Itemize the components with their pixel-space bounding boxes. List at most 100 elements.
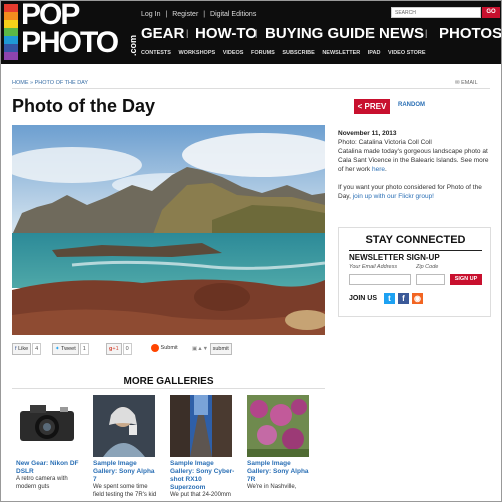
- facebook-icon[interactable]: f: [398, 293, 409, 304]
- caption-link[interactable]: here: [372, 166, 385, 173]
- subnav-contests[interactable]: CONTESTS: [141, 50, 171, 56]
- util-sep: |: [203, 11, 206, 18]
- reddit-icon: [151, 343, 159, 352]
- logo-color-bars: [4, 4, 18, 60]
- join-us-label: JOIN US: [349, 295, 378, 302]
- logo-pop: POP: [21, 0, 80, 31]
- divider: [12, 88, 490, 89]
- gallery-item[interactable]: Sample Image Gallery: Sony Alpha 7R We'r…: [247, 395, 313, 492]
- gallery-thumbnail[interactable]: [247, 395, 309, 457]
- zip-field[interactable]: [416, 274, 445, 285]
- gallery-item[interactable]: Sample Image Gallery: Sony Cyber-shot RX…: [170, 395, 236, 500]
- signup-button[interactable]: SIGN UP: [450, 274, 482, 285]
- reddit-submit-label: Submit: [160, 345, 178, 351]
- breadcrumb-home[interactable]: HOME: [12, 80, 29, 86]
- nav-how-to[interactable]: HOW-TO: [195, 25, 257, 42]
- tweet-count: 1: [79, 343, 89, 355]
- photo-credit: Photo: Catalina Victoria Coll Coll: [338, 139, 432, 146]
- twitter-icon[interactable]: t: [384, 293, 395, 304]
- gallery-item[interactable]: New Gear: Nikon DF DSLR A retro camera w…: [16, 395, 82, 491]
- subnav-ipad[interactable]: IPAD: [368, 50, 381, 56]
- facebook-like[interactable]: f Like 4: [12, 343, 42, 355]
- flickr-group-link[interactable]: join up with our Flickr group!: [353, 193, 434, 200]
- stumble-submit[interactable]: ▣▲▼ submit: [192, 343, 232, 355]
- gallery-thumbnail[interactable]: [170, 395, 232, 457]
- prev-button[interactable]: < PREV: [354, 99, 390, 114]
- nav-buying-guide[interactable]: BUYING GUIDE: [265, 25, 375, 42]
- nav-gear[interactable]: GEAR: [141, 25, 184, 42]
- like-button[interactable]: f Like: [12, 343, 32, 355]
- gallery-title[interactable]: Sample Image Gallery: Sony Cyber-shot RX…: [170, 460, 236, 492]
- gallery-desc: We put that 24-200mm: [170, 492, 231, 498]
- stumble-submit-button[interactable]: submit: [209, 343, 232, 355]
- landscape-photo: [12, 125, 325, 335]
- caption-period: .: [384, 166, 387, 173]
- breadcrumb-current[interactable]: PHOTO OF THE DAY: [35, 80, 88, 86]
- gallery-item[interactable]: Sample Image Gallery: Sony Alpha 7 We sp…: [93, 395, 159, 499]
- sub-nav: CONTESTS WORKSHOPS VIDEOS FORUMS SUBSCRI…: [141, 50, 432, 56]
- submit-note: If you want your photo considered for Ph…: [338, 183, 493, 201]
- login-link[interactable]: Log In: [141, 11, 160, 18]
- gplus-share[interactable]: g+1 0: [106, 343, 132, 355]
- rss-icon[interactable]: ◉: [412, 293, 423, 304]
- gplus-button[interactable]: g+1: [106, 343, 122, 355]
- site-header: POP PHOTO .com Log In | Register | Digit…: [1, 0, 502, 64]
- nav-news[interactable]: NEWS: [379, 25, 424, 42]
- utility-links: Log In | Register | Digital Editions: [141, 11, 259, 18]
- email-link[interactable]: ✉ EMAIL: [455, 80, 478, 86]
- caption-text: Catalina made today's gorgeous landscape…: [338, 148, 489, 173]
- digital-editions-link[interactable]: Digital Editions: [210, 11, 256, 18]
- email-label: Your Email Address: [349, 264, 398, 270]
- gallery-title[interactable]: Sample Image Gallery: Sony Alpha 7R: [247, 460, 313, 484]
- thumbs-up-icon: f: [15, 346, 17, 352]
- site-logo[interactable]: POP PHOTO .com: [4, 0, 138, 60]
- subnav-forums[interactable]: FORUMS: [251, 50, 275, 56]
- gallery-title[interactable]: Sample Image Gallery: Sony Alpha 7: [93, 460, 159, 484]
- subnav-workshops[interactable]: WORKSHOPS: [178, 50, 215, 56]
- divider: [349, 250, 482, 251]
- gallery-title[interactable]: New Gear: Nikon DF DSLR: [16, 460, 82, 476]
- street-thumbnail: [170, 395, 232, 457]
- register-link[interactable]: Register: [172, 11, 198, 18]
- subnav-subscribe[interactable]: SUBSCRIBE: [282, 50, 314, 56]
- nav-divider: |: [255, 28, 258, 38]
- camera-thumbnail: [16, 395, 78, 457]
- logo-suffix: .com: [128, 34, 138, 56]
- logo-wordmark: POP PHOTO: [21, 0, 119, 59]
- nav-divider: |: [425, 28, 428, 38]
- search-button[interactable]: GO: [482, 7, 500, 18]
- subnav-video-store[interactable]: VIDEO STORE: [388, 50, 426, 56]
- stay-connected-title: STAY CONNECTED: [365, 234, 466, 246]
- search-input[interactable]: SEARCH: [391, 7, 481, 18]
- flowers-thumbnail: [247, 395, 309, 457]
- subnav-videos[interactable]: VIDEOS: [223, 50, 244, 56]
- gplus-count: 0: [122, 343, 132, 355]
- more-galleries-heading: MORE GALLERIES: [123, 376, 214, 387]
- portrait-thumbnail: [93, 395, 155, 457]
- nav-divider: |: [367, 28, 370, 38]
- tweet-share[interactable]: ✦ Tweet 1: [52, 343, 89, 355]
- util-sep: |: [165, 11, 168, 18]
- photo-of-the-day-image[interactable]: [12, 125, 325, 335]
- like-count: 4: [32, 343, 42, 355]
- nav-photos[interactable]: PHOTOS: [439, 25, 502, 42]
- breadcrumb-sep: »: [30, 80, 34, 86]
- random-link[interactable]: RANDOM: [398, 102, 425, 108]
- logo-photo: PHOTO: [21, 26, 119, 59]
- breadcrumb: HOME » PHOTO OF THE DAY: [12, 80, 88, 86]
- reddit-submit[interactable]: Submit: [151, 343, 178, 353]
- gallery-desc: We're in Nashville,: [247, 484, 297, 490]
- gallery-thumbnail[interactable]: [93, 395, 155, 457]
- subnav-newsletter[interactable]: NEWSLETTER: [322, 50, 360, 56]
- twitter-bird-icon: ✦: [55, 346, 60, 352]
- zip-label: Zip Code: [416, 264, 439, 270]
- divider: [12, 388, 325, 389]
- tweet-button[interactable]: ✦ Tweet: [52, 343, 79, 355]
- like-label: Like: [18, 346, 29, 352]
- envelope-icon: ✉: [455, 80, 460, 86]
- gplus-label: +1: [112, 346, 119, 352]
- gallery-thumbnail[interactable]: [16, 395, 78, 457]
- email-field[interactable]: [349, 274, 411, 285]
- photo-date: November 11, 2013: [338, 130, 397, 137]
- tweet-label: Tweet: [61, 346, 76, 352]
